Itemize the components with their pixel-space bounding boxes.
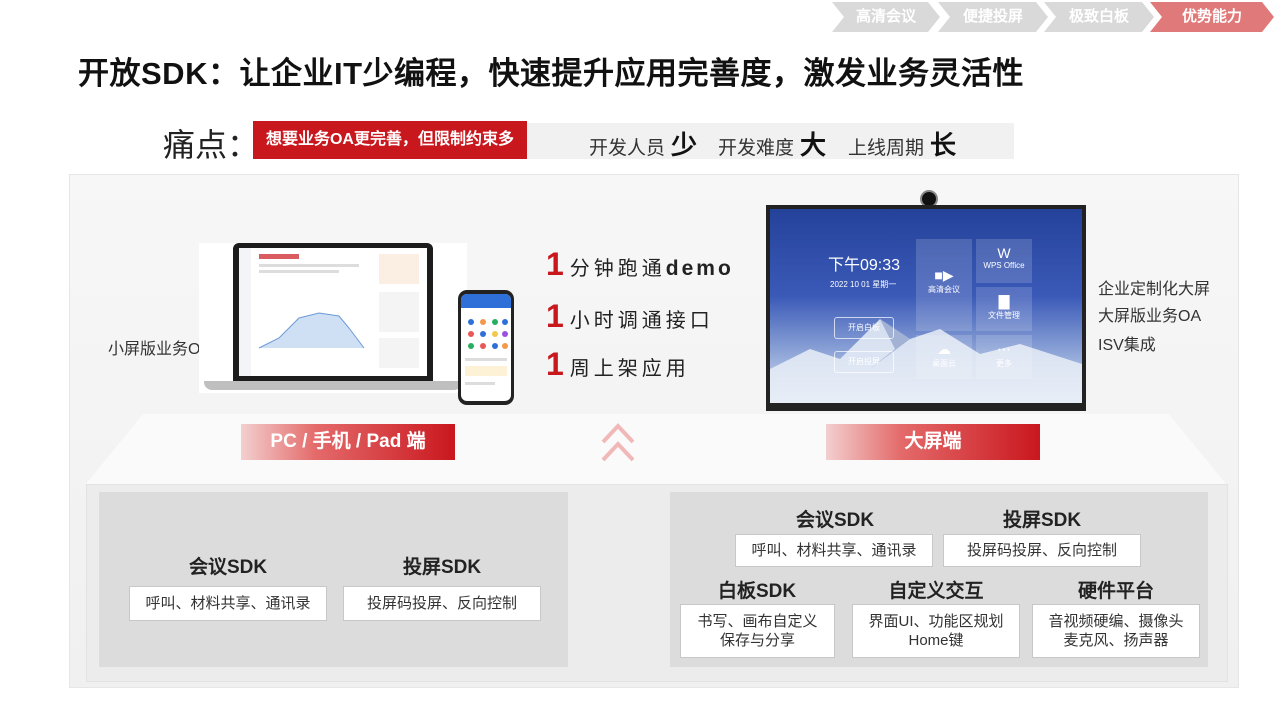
tile-file-manager[interactable]: ▇ 文件管理 <box>976 287 1032 331</box>
claim-week: 1 周上架应用 <box>546 346 690 382</box>
laptop-image <box>233 243 433 381</box>
bigscreen-image: 下午09:33 2022 10 01 星期一 开启白板 开启投屏 ■▶ 高清会议… <box>766 205 1086 411</box>
pain-tag: 想要业务OA更完善，但限制约束多 <box>253 121 527 159</box>
breadcrumb-item-advantages[interactable]: 优势能力 <box>1150 2 1274 32</box>
tile-wps-office[interactable]: W WPS Office <box>976 239 1032 283</box>
small-screen-oa-label: 小屏版业务OA <box>108 341 212 358</box>
left-casting-sdk-desc: 投屏码投屏、反向控制 <box>343 586 541 621</box>
breadcrumb-item-meeting[interactable]: 高清会议 <box>832 2 940 32</box>
left-casting-sdk-title: 投屏SDK <box>402 557 482 578</box>
phone-display <box>461 294 511 401</box>
isv-integration-label: ISV集成 <box>1098 337 1156 354</box>
bigscreen-badge: 大屏端 <box>826 424 1040 460</box>
pc-mobile-pad-badge: PC / 手机 / Pad 端 <box>241 424 455 460</box>
left-meeting-sdk-title: 会议SDK <box>188 557 268 578</box>
custom-interaction-title: 自定义交互 <box>888 581 984 602</box>
bigscreen-oa-label: 大屏版业务OA <box>1098 308 1202 325</box>
screen-time: 下午09:33 <box>828 257 901 274</box>
claim-hour: 1 小时调通接口 <box>546 298 714 334</box>
phone-app-mock <box>461 294 511 385</box>
metric-cycle: 上线周期长 <box>848 130 957 160</box>
screen-date: 2022 10 01 星期一 <box>830 280 897 289</box>
file-icon: ▇ <box>998 293 1010 309</box>
more-icon: ⋯ <box>997 341 1011 357</box>
right-meeting-sdk-desc: 呼叫、材料共享、通讯录 <box>735 534 933 567</box>
laptop-display <box>239 248 427 376</box>
right-meeting-sdk-title: 会议SDK <box>795 510 875 531</box>
left-meeting-sdk-desc: 呼叫、材料共享、通讯录 <box>129 586 327 621</box>
metric-developers: 开发人员少 <box>589 130 698 160</box>
video-camera-icon: ■▶ <box>934 267 954 283</box>
page-title: 开放SDK：让企业IT少编程，快速提升应用完善度，激发业务灵活性 <box>78 56 1024 91</box>
custom-bigscreen-label: 企业定制化大屏 <box>1098 281 1211 298</box>
left-sdk-panel <box>99 492 568 667</box>
pain-label: 痛点： <box>163 127 260 163</box>
laptop-app-mock <box>239 248 419 376</box>
laptop-base <box>204 381 462 390</box>
claim-minute: 1 分钟跑通demo <box>546 246 734 282</box>
whiteboard-sdk-desc: 书写、画布自定义 保存与分享 <box>680 604 835 658</box>
phone-image <box>458 290 514 405</box>
wps-icon: W <box>997 245 1011 261</box>
right-casting-sdk-title: 投屏SDK <box>1002 510 1082 531</box>
right-casting-sdk-desc: 投屏码投屏、反向控制 <box>943 534 1141 567</box>
breadcrumb-item-whiteboard[interactable]: 极致白板 <box>1044 2 1154 32</box>
breadcrumb: 高清会议 便捷投屏 极致白板 优势能力 <box>832 2 1280 32</box>
open-whiteboard-button[interactable]: 开启白板 <box>834 317 894 339</box>
bigscreen-display: 下午09:33 2022 10 01 星期一 开启白板 开启投屏 ■▶ 高清会议… <box>770 209 1082 403</box>
tile-hd-meeting[interactable]: ■▶ 高清会议 <box>916 239 972 331</box>
hardware-platform-title: 硬件平台 <box>1077 581 1154 602</box>
custom-interaction-desc: 界面UI、功能区规划 Home键 <box>852 604 1020 658</box>
tile-desktop-cloud[interactable]: ☁ 桌面云 <box>916 335 972 379</box>
cloud-icon: ☁ <box>937 341 951 357</box>
metric-difficulty: 开发难度大 <box>718 130 827 160</box>
double-chevron-up-icon <box>601 423 635 462</box>
tile-more[interactable]: ⋯ 更多 <box>976 335 1032 379</box>
open-casting-button[interactable]: 开启投屏 <box>834 351 894 373</box>
whiteboard-sdk-title: 白板SDK <box>717 581 797 602</box>
hardware-platform-desc: 音视频硬编、摄像头 麦克风、扬声器 <box>1032 604 1200 658</box>
breadcrumb-item-casting[interactable]: 便捷投屏 <box>938 2 1048 32</box>
